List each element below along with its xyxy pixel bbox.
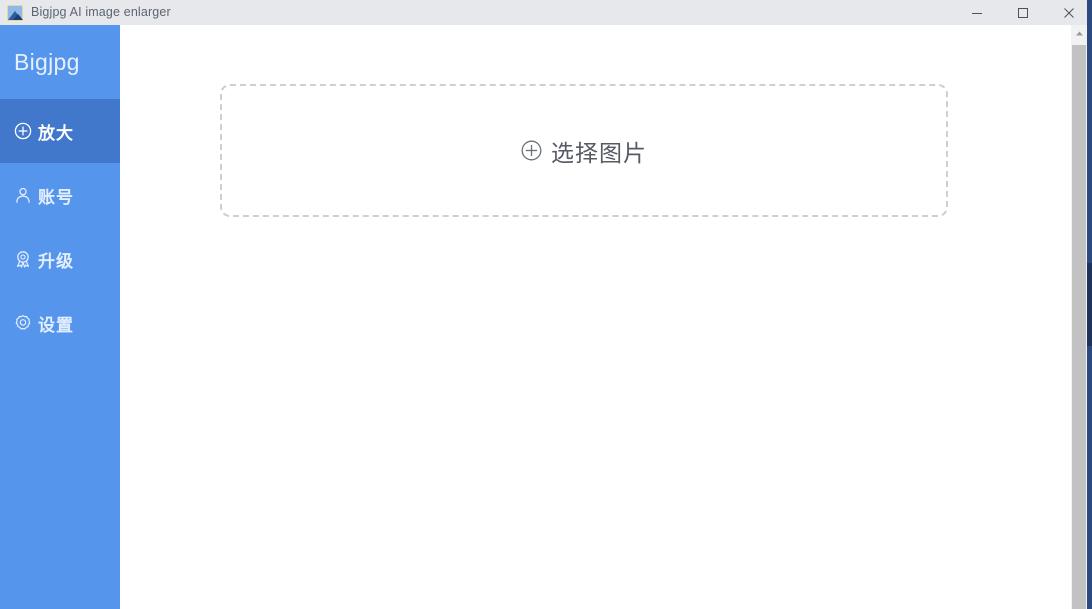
sidebar-item-enlarge[interactable]: 放大	[0, 99, 120, 163]
maximize-icon	[1017, 7, 1029, 19]
sidebar-item-account[interactable]: 账号	[0, 163, 120, 227]
minimize-button[interactable]	[954, 0, 1000, 25]
sidebar-item-settings[interactable]: 设置	[0, 291, 120, 355]
dropzone-label: 选择图片	[551, 139, 647, 166]
application-window: Bigjpg AI image enlarger Bigjpg 放大 账号 升级…	[0, 0, 1092, 609]
window-resize-grip[interactable]	[1087, 263, 1092, 346]
title-bar: Bigjpg AI image enlarger	[0, 0, 1092, 25]
user-icon	[14, 186, 32, 204]
image-dropzone[interactable]: 选择图片	[220, 84, 948, 217]
sidebar: Bigjpg 放大 账号 升级 设置	[0, 25, 120, 609]
window-controls	[954, 0, 1092, 25]
gear-icon	[14, 314, 32, 332]
scrollbar-thumb[interactable]	[1072, 45, 1086, 609]
plus-circle-icon	[521, 140, 542, 161]
window-title: Bigjpg AI image enlarger	[31, 5, 171, 19]
sidebar-nav: 放大 账号 升级 设置	[0, 99, 120, 355]
image-mountain-icon	[7, 4, 23, 21]
sidebar-item-label: 账号	[38, 187, 74, 207]
close-button[interactable]	[1046, 0, 1092, 25]
sidebar-item-upgrade[interactable]: 升级	[0, 227, 120, 291]
sidebar-item-label: 放大	[38, 123, 74, 143]
plus-circle-icon	[14, 122, 32, 140]
scroll-up-button[interactable]	[1071, 25, 1087, 41]
brand-name: Bigjpg	[14, 48, 80, 75]
sidebar-item-label: 设置	[38, 315, 74, 335]
close-icon	[1063, 7, 1075, 19]
brand-logo: Bigjpg	[0, 25, 120, 99]
caret-up-icon	[1075, 30, 1084, 37]
main-content: 选择图片	[120, 25, 1075, 609]
dropzone-content: 选择图片	[521, 134, 647, 168]
window-right-border	[1087, 0, 1092, 609]
minimize-icon	[971, 7, 983, 19]
maximize-button[interactable]	[1000, 0, 1046, 25]
sidebar-item-label: 升级	[38, 251, 74, 271]
vertical-scrollbar[interactable]	[1071, 25, 1087, 609]
medal-icon	[14, 250, 32, 268]
